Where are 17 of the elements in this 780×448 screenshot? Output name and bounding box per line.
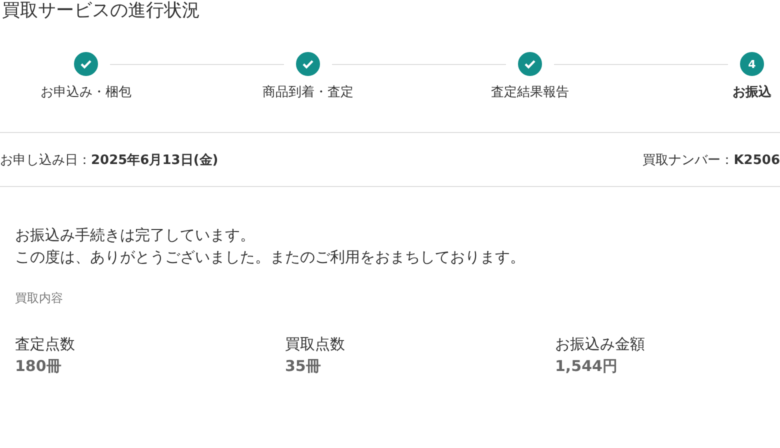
message-line: この度は、ありがとうございました。またのご利用をおまちしております。 bbox=[15, 247, 525, 268]
stat-label: 査定点数 bbox=[15, 334, 75, 355]
page-title: 買取サービスの進行状況 bbox=[2, 0, 200, 22]
stat-value: 35冊 bbox=[285, 356, 321, 377]
step-label: お振込 bbox=[732, 84, 772, 102]
stat-value: 1,544円 bbox=[555, 356, 618, 377]
purchase-number: 買取ナンバー：K2506 bbox=[642, 152, 780, 168]
application-date: お申し込み日：2025年6月13日(金) bbox=[0, 152, 218, 168]
step-label: 商品到着・査定 bbox=[262, 84, 354, 102]
stat-value: 180冊 bbox=[15, 356, 62, 377]
step-number: 4 bbox=[740, 52, 764, 76]
step-label: 査定結果報告 bbox=[491, 84, 569, 102]
stat-label: 買取点数 bbox=[285, 334, 345, 355]
step-label: お申込み・梱包 bbox=[40, 84, 132, 102]
stat-label: お振込み金額 bbox=[555, 334, 645, 355]
section-label: 買取内容 bbox=[15, 290, 63, 307]
message-line: お振込み手続きは完了しています。 bbox=[15, 225, 255, 246]
